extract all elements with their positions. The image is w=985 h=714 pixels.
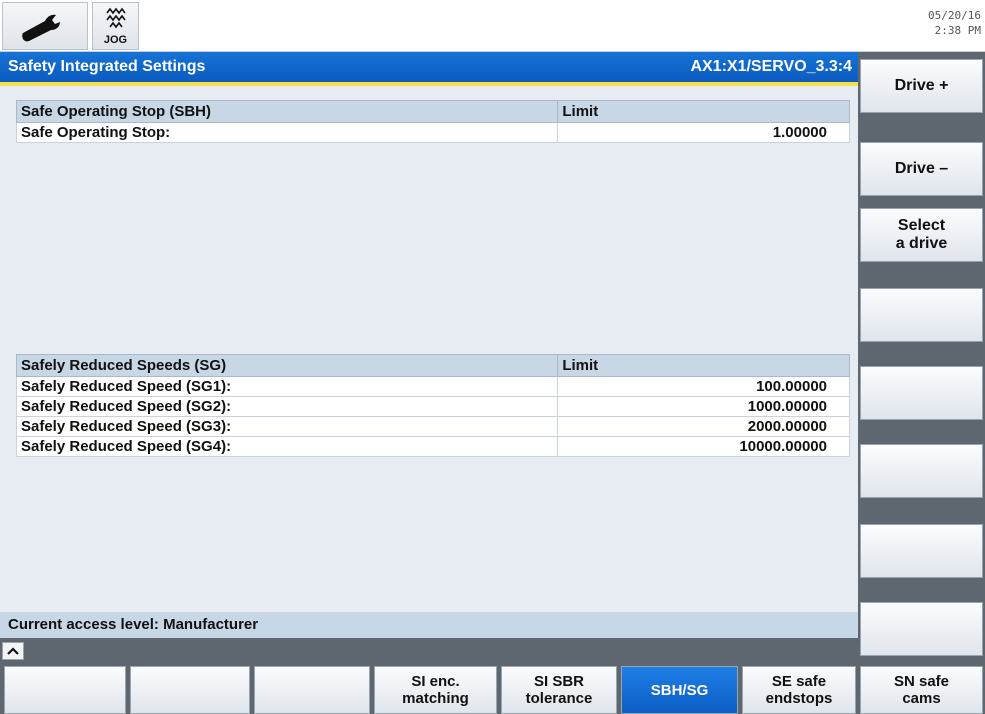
select-drive-label-line1: Select <box>897 217 946 234</box>
sbh-sg-label: SBH/SG <box>650 681 709 699</box>
jog-mode-button[interactable]: JOG <box>92 2 139 50</box>
sn-label-line2: cams <box>902 690 941 707</box>
limit-value-field[interactable]: 100.00000 <box>557 376 850 397</box>
drive-minus-button[interactable]: Drive – <box>860 142 983 196</box>
drive-plus-button[interactable]: Drive + <box>860 59 983 113</box>
softkey-empty-7[interactable] <box>860 524 983 578</box>
time-text: 2:38 PM <box>934 24 981 37</box>
access-level-text: Current access level: Manufacturer <box>8 616 259 633</box>
window-header: Safety Integrated Settings AX1:X1/SERVO_… <box>0 52 858 82</box>
table-row: Safe Operating Stop: 1.00000 <box>15 122 850 143</box>
column-header-limit: Limit <box>557 354 850 377</box>
se-safe-endstops-button[interactable]: SE safe endstops <box>742 666 856 714</box>
limit-value-field[interactable]: 10000.00000 <box>557 436 850 457</box>
chevron-up-icon <box>7 647 19 655</box>
table-row: Safely Reduced Speed (SG3): 2000.00000 <box>15 416 850 437</box>
table-header-row: Safe Operating Stop (SBH) Limit <box>15 100 850 123</box>
access-level-bar: Current access level: Manufacturer <box>0 612 858 638</box>
sbh-sg-tab[interactable]: SBH/SG <box>621 666 738 714</box>
si-sbr-label-line2: tolerance <box>525 690 593 707</box>
table-row: Safely Reduced Speed (SG2): 1000.00000 <box>15 396 850 417</box>
si-enc-matching-button[interactable]: SI enc. matching <box>374 666 497 714</box>
wrench-icon <box>22 14 60 42</box>
si-enc-label-line1: SI enc. <box>411 673 460 690</box>
se-label-line2: endstops <box>765 690 833 707</box>
table-row: Safely Reduced Speed (SG4): 10000.00000 <box>15 436 850 457</box>
column-header-limit: Limit <box>557 100 850 123</box>
softkey-h-empty-2[interactable] <box>130 666 250 714</box>
main-content: Safe Operating Stop (SBH) Limit Safe Ope… <box>0 86 858 612</box>
softkey-empty-6[interactable] <box>860 444 983 498</box>
row-label: Safely Reduced Speed (SG2): <box>15 396 559 417</box>
row-label: Safe Operating Stop: <box>15 122 559 143</box>
drive-minus-label: Drive – <box>894 160 949 177</box>
se-label-line1: SE safe <box>771 673 827 690</box>
table-header-row: Safely Reduced Speeds (SG) Limit <box>15 354 850 377</box>
recall-bar <box>0 638 858 664</box>
table-row: Safely Reduced Speed (SG1): 100.00000 <box>15 376 850 397</box>
select-drive-label-line2: a drive <box>895 235 948 252</box>
vertical-softkey-bar: Drive + Drive – Select a drive <box>858 52 985 664</box>
wrench-button[interactable] <box>2 2 88 50</box>
si-enc-label-line2: matching <box>402 690 469 707</box>
axis-identifier: AX1:X1/SERVO_3.3:4 <box>690 58 852 75</box>
column-header-name: Safe Operating Stop (SBH) <box>15 100 559 123</box>
drive-plus-label: Drive + <box>894 77 949 94</box>
row-label: Safely Reduced Speed (SG3): <box>15 416 559 437</box>
top-bar: JOG 05/20/16 2:38 PM <box>0 0 985 52</box>
row-label: Safely Reduced Speed (SG4): <box>15 436 559 457</box>
si-sbr-label-line1: SI SBR <box>533 673 584 690</box>
si-sbr-tolerance-button[interactable]: SI SBR tolerance <box>501 666 617 714</box>
jog-wave-icon <box>106 7 126 29</box>
softkey-h-empty-3[interactable] <box>254 666 370 714</box>
sg-table: Safely Reduced Speeds (SG) Limit Safely … <box>15 354 850 457</box>
row-label: Safely Reduced Speed (SG1): <box>15 376 559 397</box>
limit-value-field[interactable]: 1000.00000 <box>557 396 850 417</box>
jog-label: JOG <box>103 34 128 46</box>
softkey-empty-8[interactable] <box>860 602 983 656</box>
horizontal-softkey-bar: SI enc. matching SI SBR tolerance SBH/SG… <box>0 664 985 714</box>
limit-value-field[interactable]: 2000.00000 <box>557 416 850 437</box>
sn-safe-cams-button[interactable]: SN safe cams <box>860 666 983 714</box>
recall-button[interactable] <box>2 642 24 660</box>
page-title: Safety Integrated Settings <box>8 58 206 75</box>
sn-label-line1: SN safe <box>893 673 950 690</box>
limit-value-field[interactable]: 1.00000 <box>557 122 850 143</box>
softkey-h-empty-1[interactable] <box>4 666 126 714</box>
date-time-display: 05/20/16 2:38 PM <box>928 8 981 38</box>
softkey-empty-5[interactable] <box>860 366 983 420</box>
sbh-table: Safe Operating Stop (SBH) Limit Safe Ope… <box>15 100 850 143</box>
softkey-empty-4[interactable] <box>860 288 983 342</box>
column-header-name: Safely Reduced Speeds (SG) <box>15 354 559 377</box>
select-drive-button[interactable]: Select a drive <box>860 208 983 262</box>
date-text: 05/20/16 <box>928 9 981 22</box>
